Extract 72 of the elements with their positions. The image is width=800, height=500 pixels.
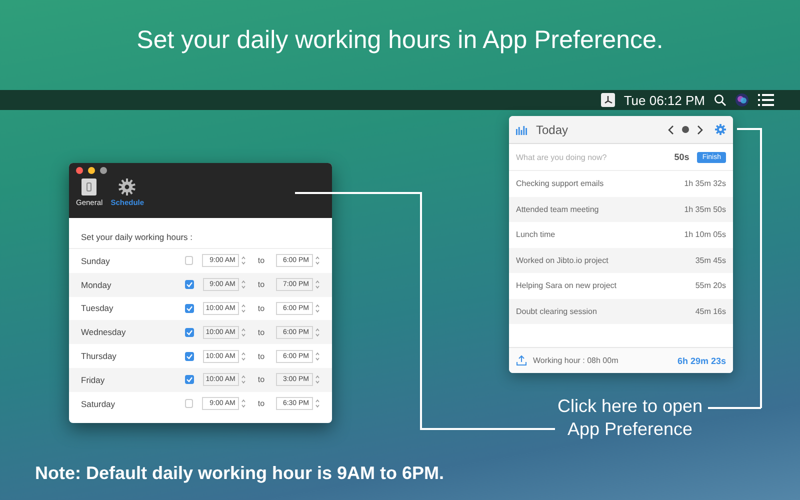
stepper-icon[interactable] [315, 302, 320, 314]
task-name: Attended team meeting [516, 204, 599, 214]
task-name: Helping Sara on new project [516, 281, 617, 290]
total-time: 6h 29m 23s [677, 356, 726, 366]
list-icon[interactable] [758, 94, 774, 106]
day-checkbox[interactable] [184, 352, 194, 361]
day-label: Thursday [81, 351, 118, 362]
task-duration: 1h 10m 05s [684, 230, 726, 240]
to-label: to [256, 304, 266, 313]
day-label: Wednesday [81, 327, 127, 338]
activity-field[interactable]: What are you doing now? [516, 152, 666, 162]
previous-icon[interactable] [668, 124, 674, 134]
day-checkbox[interactable] [184, 280, 194, 290]
popover-title: Today [536, 122, 570, 136]
elapsed-time: 50s [674, 152, 690, 162]
clock-app-icon[interactable] [600, 93, 615, 107]
minimize-icon[interactable] [88, 167, 95, 174]
stepper-icon[interactable] [315, 398, 320, 410]
stepper-icon[interactable] [241, 398, 246, 410]
footnote: Note: Default daily working hour is 9AM to 6PM. [35, 463, 444, 484]
next-icon[interactable] [697, 124, 703, 134]
stepper-icon[interactable] [315, 326, 320, 338]
search-icon[interactable] [714, 94, 726, 106]
day-checkbox[interactable] [184, 399, 194, 408]
day-checkbox[interactable] [184, 304, 194, 313]
zoom-icon[interactable] [100, 167, 107, 174]
day-label: Tuesday [81, 303, 114, 314]
callout-line: App Preference [566, 419, 694, 440]
to-label: to [256, 352, 266, 361]
siri-icon[interactable] [735, 93, 749, 107]
stepper-icon[interactable] [241, 302, 246, 314]
stepper-icon[interactable] [315, 350, 320, 362]
to-label: to [256, 375, 266, 384]
day-label: Monday [81, 280, 112, 290]
task-duration: 55m 20s [695, 281, 726, 290]
to-label: to [256, 280, 266, 290]
task-duration: 1h 35m 50s [684, 204, 726, 214]
dot-icon[interactable] [682, 126, 689, 133]
day-checkbox[interactable] [184, 375, 194, 384]
settings-icon[interactable] [715, 124, 726, 135]
stepper-icon[interactable] [315, 255, 320, 266]
close-icon[interactable] [76, 167, 83, 174]
day-label: Sunday [81, 256, 111, 266]
stepper-icon[interactable] [241, 279, 246, 290]
callout-line: Click here to open [556, 396, 704, 417]
menu-clock: Tue 06:12 PM [624, 92, 705, 108]
stepper-icon[interactable] [315, 374, 320, 386]
stepper-icon[interactable] [241, 326, 246, 338]
task-duration: 45m 16s [695, 306, 726, 316]
gear-icon [118, 178, 136, 196]
task-duration: 35m 45s [695, 256, 726, 265]
bar-chart-icon [516, 124, 528, 135]
headline: Set your daily working hours in App Preference. [136, 26, 664, 55]
day-label: Friday [81, 374, 106, 385]
working-hour-label: Working hour : 08h 00m [533, 356, 620, 365]
switch-icon [81, 178, 98, 196]
task-duration: 1h 35m 32s [684, 179, 726, 188]
task-name: Doubt clearing session [516, 306, 597, 316]
task-name: Worked on Jibto.io project [516, 256, 608, 265]
upload-icon[interactable] [516, 355, 527, 366]
stepper-icon[interactable] [241, 350, 246, 362]
task-name: Lunch time [516, 230, 556, 240]
day-label: Saturday [81, 398, 116, 409]
to-label: to [256, 256, 266, 266]
stepper-icon[interactable] [315, 279, 320, 290]
stepper-icon[interactable] [241, 374, 246, 386]
to-label: to [256, 399, 266, 408]
day-checkbox[interactable] [184, 328, 194, 337]
stepper-icon[interactable] [241, 255, 246, 266]
task-name: Checking support emails [516, 179, 604, 188]
to-label: to [256, 328, 266, 337]
day-checkbox[interactable] [184, 256, 194, 266]
